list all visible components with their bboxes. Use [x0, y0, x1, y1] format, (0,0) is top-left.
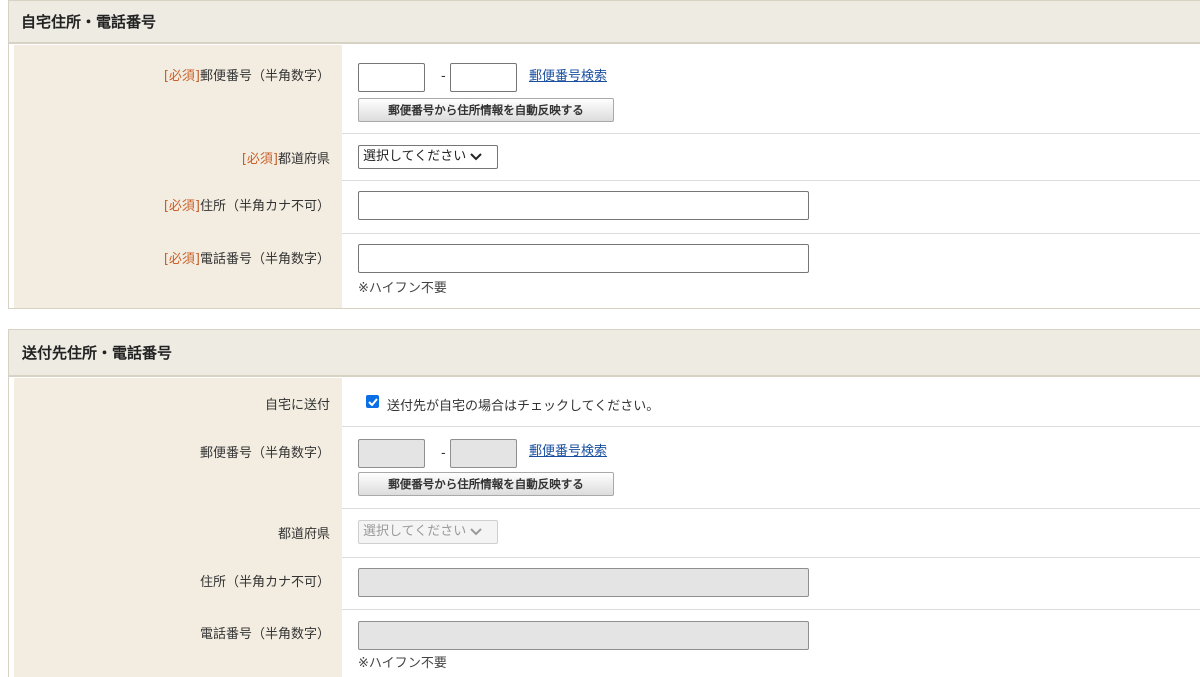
- shipping-postal-row: 郵便番号（半角数字） - 郵便番号検索 郵便番号から住所情報を自動反映する: [14, 426, 1200, 509]
- same-as-home-checkbox-text[interactable]: 送付先が自宅の場合はチェックしてください。: [387, 395, 659, 414]
- home-address-row: [必須]住所（半角カナ不可）: [14, 180, 1200, 234]
- home-prefecture-label: [必須]都道府県: [14, 133, 342, 180]
- home-prefecture-row: [必須]都道府県 選択してください: [14, 133, 1200, 181]
- shipping-prefecture-row: 都道府県 選択してください: [14, 508, 1200, 558]
- home-phone-row: [必須]電話番号（半角数字） ※ハイフン不要: [14, 233, 1200, 308]
- shipping-address-input[interactable]: [358, 568, 809, 597]
- shipping-postal-code-first[interactable]: [358, 439, 425, 468]
- shipping-same-as-home-row: 自宅に送付 送付先が自宅の場合はチェックしてください。: [14, 378, 1200, 427]
- home-address-label: [必須]住所（半角カナ不可）: [14, 180, 342, 233]
- shipping-address-label: 住所（半角カナ不可）: [14, 557, 342, 609]
- home-phone-input[interactable]: [358, 244, 809, 273]
- shipping-phone-note: ※ハイフン不要: [358, 656, 447, 671]
- postal-dash: -: [441, 446, 446, 461]
- shipping-prefecture-select[interactable]: 選択してください: [358, 520, 498, 544]
- shipping-postal-code-second[interactable]: [450, 439, 517, 468]
- home-postal-code-second[interactable]: [450, 63, 517, 92]
- required-tag: [必須]: [163, 69, 200, 84]
- shipping-phone-label: 電話番号（半角数字）: [14, 609, 342, 677]
- home-prefecture-select[interactable]: 選択してください: [358, 145, 498, 169]
- home-address-section: 自宅住所・電話番号 [必須]郵便番号（半角数字） - 郵便番号検索 郵便番号から…: [8, 0, 1200, 309]
- shipping-phone-row: 電話番号（半角数字） ※ハイフン不要: [14, 609, 1200, 677]
- shipping-same-as-home-label: 自宅に送付: [14, 378, 342, 426]
- chevron-down-icon: [470, 528, 482, 536]
- home-address-input[interactable]: [358, 191, 809, 220]
- shipping-postal-search-link[interactable]: 郵便番号検索: [529, 440, 607, 459]
- home-postal-label: [必須]郵便番号（半角数字）: [14, 45, 342, 133]
- chevron-down-icon: [470, 153, 482, 161]
- home-postal-search-link[interactable]: 郵便番号検索: [529, 65, 607, 84]
- shipping-prefecture-label: 都道府県: [14, 508, 342, 557]
- home-postal-code-first[interactable]: [358, 63, 425, 92]
- home-phone-label: [必須]電話番号（半角数字）: [14, 233, 342, 308]
- shipping-address-row: 住所（半角カナ不可）: [14, 557, 1200, 610]
- postal-dash: -: [441, 69, 446, 84]
- home-section-title: 自宅住所・電話番号: [9, 1, 1200, 44]
- shipping-autofill-button[interactable]: 郵便番号から住所情報を自動反映する: [358, 472, 614, 496]
- check-icon: [367, 397, 378, 406]
- shipping-address-section: 送付先住所・電話番号 自宅に送付 送付先が自宅の場合はチェックしてください。 郵…: [8, 329, 1200, 677]
- shipping-postal-label: 郵便番号（半角数字）: [14, 426, 342, 508]
- home-autofill-button[interactable]: 郵便番号から住所情報を自動反映する: [358, 98, 614, 122]
- home-postal-row: [必須]郵便番号（半角数字） - 郵便番号検索 郵便番号から住所情報を自動反映す…: [14, 45, 1200, 134]
- shipping-phone-input[interactable]: [358, 621, 809, 650]
- shipping-section-title: 送付先住所・電話番号: [9, 330, 1200, 377]
- home-phone-note: ※ハイフン不要: [358, 281, 447, 296]
- same-as-home-checkbox[interactable]: [366, 395, 379, 408]
